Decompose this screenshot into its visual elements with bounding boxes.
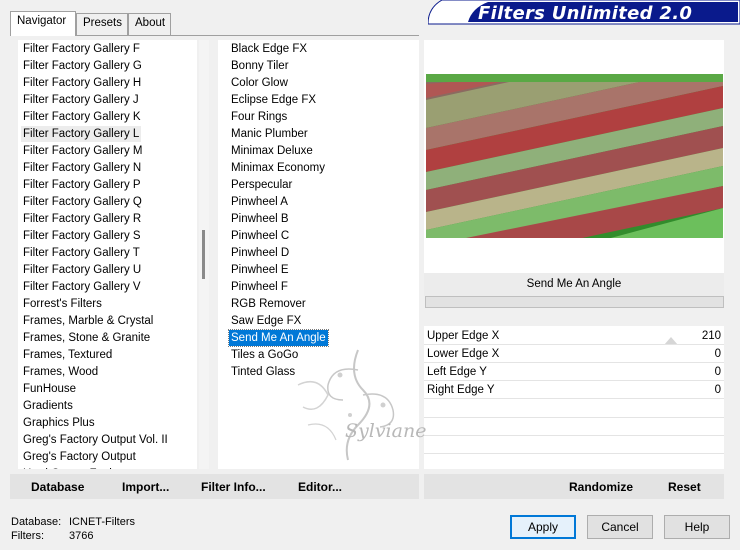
- filter-item[interactable]: Bonny Tiler: [229, 58, 291, 74]
- filter-item[interactable]: Minimax Economy: [229, 160, 327, 176]
- category-item[interactable]: Frames, Marble & Crystal: [21, 313, 155, 329]
- category-item[interactable]: Forrest's Filters: [21, 296, 104, 312]
- category-item[interactable]: Filter Factory Gallery P: [21, 177, 143, 193]
- filter-info-button[interactable]: Filter Info...: [201, 480, 266, 494]
- filter-item[interactable]: Saw Edge FX: [229, 313, 303, 329]
- category-item[interactable]: Frames, Wood: [21, 364, 100, 380]
- apply-button[interactable]: Apply: [510, 515, 576, 539]
- tab-about[interactable]: About: [128, 13, 171, 35]
- status-database: Database: ICNET-Filters: [11, 516, 135, 528]
- category-item[interactable]: Filter Factory Gallery V: [21, 279, 143, 295]
- category-item[interactable]: Gradients: [21, 398, 75, 414]
- watermark-text: Sylviane: [345, 420, 427, 442]
- param-empty-row: [424, 435, 724, 436]
- editor-button[interactable]: Editor...: [298, 480, 342, 494]
- tab-presets[interactable]: Presets: [76, 13, 128, 35]
- filter-item[interactable]: Black Edge FX: [229, 41, 309, 57]
- category-item[interactable]: Filter Factory Gallery Q: [21, 194, 144, 210]
- filter-item[interactable]: Tinted Glass: [229, 364, 297, 380]
- watermark-flourish-icon: [297, 349, 395, 461]
- status-database-value: ICNET-Filters: [69, 516, 135, 528]
- app-title: Filters Unlimited 2.0: [478, 3, 693, 24]
- filter-item[interactable]: Pinwheel E: [229, 262, 291, 278]
- database-button[interactable]: Database: [31, 480, 84, 494]
- status-filters-label: Filters:: [11, 530, 44, 542]
- param-label: Left Edge Y: [427, 366, 487, 378]
- category-item[interactable]: Greg's Factory Output Vol. II: [21, 432, 170, 448]
- category-item[interactable]: Filter Factory Gallery J: [21, 92, 141, 108]
- category-item[interactable]: Frames, Textured: [21, 347, 114, 363]
- filter-item[interactable]: Color Glow: [229, 75, 290, 91]
- filter-item[interactable]: Four Rings: [229, 109, 289, 125]
- filter-item[interactable]: Pinwheel A: [229, 194, 290, 210]
- param-lower-edge-x[interactable]: Lower Edge X 0: [424, 346, 724, 363]
- preview-image: [426, 74, 723, 238]
- import-button[interactable]: Import...: [122, 480, 169, 494]
- param-value: 0: [714, 366, 721, 378]
- randomize-button[interactable]: Randomize: [569, 480, 633, 494]
- filter-item[interactable]: Send Me An Angle: [228, 329, 329, 347]
- category-item[interactable]: Filter Factory Gallery L: [21, 126, 142, 142]
- filter-name-display: Send Me An Angle: [424, 273, 724, 296]
- category-item[interactable]: Filter Factory Gallery H: [21, 75, 143, 91]
- category-item[interactable]: FunHouse: [21, 381, 78, 397]
- category-item[interactable]: Greg's Factory Output: [21, 449, 138, 465]
- filter-item[interactable]: Manic Plumber: [229, 126, 310, 142]
- category-item[interactable]: Filter Factory Gallery U: [21, 262, 143, 278]
- category-item[interactable]: Frames, Stone & Granite: [21, 330, 152, 346]
- param-upper-edge-x[interactable]: Upper Edge X 210: [424, 328, 724, 345]
- status-filters: Filters: 3766: [11, 530, 93, 542]
- param-empty-row: [424, 417, 724, 418]
- status-database-label: Database:: [11, 516, 62, 528]
- category-item[interactable]: Filter Factory Gallery G: [21, 58, 144, 74]
- tab-navigator[interactable]: Navigator: [10, 11, 76, 36]
- param-label: Upper Edge X: [427, 330, 500, 342]
- category-item[interactable]: Filter Factory Gallery R: [21, 211, 143, 227]
- category-item[interactable]: Filter Factory Gallery T: [21, 245, 142, 261]
- filter-item[interactable]: Pinwheel C: [229, 228, 291, 244]
- filter-item[interactable]: Eclipse Edge FX: [229, 92, 318, 108]
- param-label: Lower Edge X: [427, 348, 500, 360]
- category-item[interactable]: Graphics Plus: [21, 415, 97, 431]
- param-label: Right Edge Y: [427, 384, 495, 396]
- progress-bar: [425, 296, 724, 308]
- param-value: 0: [714, 384, 721, 396]
- category-list[interactable]: Filter Factory Gallery F Filter Factory G…: [18, 40, 197, 469]
- category-item[interactable]: Filter Factory Gallery S: [21, 228, 143, 244]
- category-scroll-thumb[interactable]: [202, 230, 205, 279]
- param-empty-row: [424, 453, 724, 454]
- category-item[interactable]: Filter Factory Gallery F: [21, 41, 142, 57]
- help-button[interactable]: Help: [664, 515, 730, 539]
- cancel-button[interactable]: Cancel: [587, 515, 653, 539]
- status-filters-value: 3766: [69, 530, 94, 542]
- filter-item[interactable]: Pinwheel F: [229, 279, 290, 295]
- filter-item[interactable]: Pinwheel B: [229, 211, 291, 227]
- reset-button[interactable]: Reset: [668, 480, 701, 494]
- param-value: 0: [714, 348, 721, 360]
- category-item[interactable]: Filter Factory Gallery M: [21, 143, 145, 159]
- param-left-edge-y[interactable]: Left Edge Y 0: [424, 364, 724, 381]
- filter-item[interactable]: Perspecular: [229, 177, 294, 193]
- param-right-edge-y[interactable]: Right Edge Y 0: [424, 382, 724, 399]
- category-item[interactable]: Hard Corner Fools: [21, 466, 120, 469]
- category-item[interactable]: Filter Factory Gallery K: [21, 109, 143, 125]
- category-item[interactable]: Filter Factory Gallery N: [21, 160, 143, 176]
- filter-item[interactable]: Pinwheel D: [229, 245, 291, 261]
- filter-item[interactable]: Minimax Deluxe: [229, 143, 315, 159]
- filter-item[interactable]: RGB Remover: [229, 296, 308, 312]
- param-value: 210: [701, 330, 721, 342]
